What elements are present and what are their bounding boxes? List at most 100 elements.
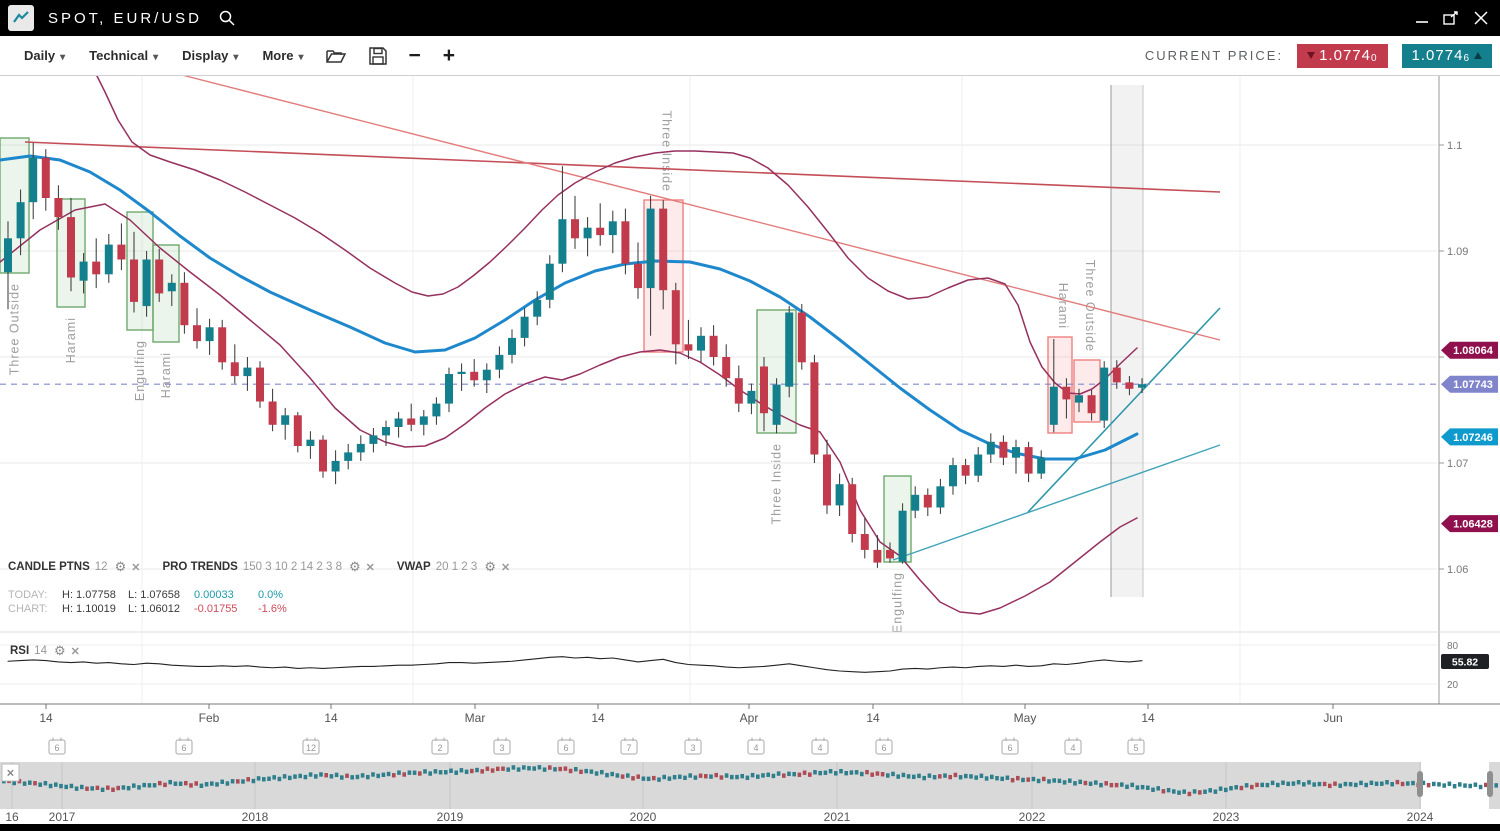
candle-body: [697, 336, 705, 351]
candle-body: [143, 260, 151, 307]
close-indicator-icon[interactable]: [366, 561, 375, 574]
navigator-bar: [1380, 782, 1384, 786]
candle-body: [407, 419, 415, 425]
indicator-legend: CANDLE PTNS 12 PRO TRENDS 150 3 10 2 14 …: [8, 559, 532, 575]
navigator-bar: [694, 775, 698, 779]
navigator-bar: [1286, 782, 1290, 786]
price-badge-label: 1.07743: [1453, 379, 1493, 391]
navigator-bar: [865, 770, 869, 774]
navigator-bar: [1125, 785, 1129, 789]
navigator-close-icon: ✕: [6, 769, 14, 780]
navigator-bar: [324, 773, 328, 777]
year-label: 2021: [824, 810, 851, 824]
navigator-bar: [1151, 788, 1155, 792]
navigator-bar: [267, 777, 271, 781]
navigator-bar: [1021, 778, 1025, 782]
navigator-bar: [1052, 778, 1056, 782]
minimize-button[interactable]: [1415, 11, 1429, 25]
pattern-label: Harami: [159, 352, 173, 398]
gear-icon[interactable]: [484, 559, 496, 575]
navigator-bar: [1437, 782, 1441, 786]
candle-body: [117, 245, 125, 260]
navigator-handle-left[interactable]: [1417, 771, 1423, 797]
search-icon[interactable]: [218, 9, 236, 27]
gear-icon[interactable]: [54, 643, 66, 659]
navigator-bar: [746, 776, 750, 780]
navigator-bar: [1078, 780, 1082, 784]
candle-body: [395, 419, 403, 428]
pattern-count: 12: [306, 743, 316, 753]
x-axis-label: Apr: [740, 711, 759, 725]
navigator-bar: [350, 775, 354, 779]
navigator-bar: [1297, 780, 1301, 784]
price-tick-label: 1.07: [1447, 458, 1468, 470]
candle-body: [281, 415, 289, 425]
zoom-out-button[interactable]: −: [409, 45, 421, 66]
navigator-bar: [116, 786, 120, 790]
navigator-bar: [714, 773, 718, 777]
navigator-bar: [148, 783, 152, 787]
candle-body: [596, 228, 604, 235]
navigator-bar: [928, 773, 932, 777]
candle-body: [458, 372, 466, 374]
candle-body: [722, 357, 730, 378]
menu-more[interactable]: More: [262, 48, 303, 63]
candle-body: [206, 327, 214, 341]
gear-icon[interactable]: [349, 559, 361, 575]
navigator-handle-right[interactable]: [1487, 771, 1493, 797]
navigator-bar: [1089, 782, 1093, 786]
pattern-label: Engulfing: [891, 572, 905, 633]
navigator-bar: [1063, 780, 1067, 784]
gear-icon[interactable]: [115, 559, 127, 575]
menu-technical[interactable]: Technical: [89, 48, 158, 63]
year-label: 2019: [437, 810, 464, 824]
navigator-bar: [1084, 781, 1088, 785]
menu-display[interactable]: Display: [182, 48, 238, 63]
popout-button[interactable]: [1443, 11, 1460, 26]
navigator-bar: [668, 776, 672, 780]
navigator-bar: [1250, 785, 1254, 789]
navigator-bar: [1156, 786, 1160, 790]
candles: [4, 143, 1146, 568]
navigator-bar: [132, 783, 136, 787]
pattern-count-row: 661223673446645: [49, 738, 1144, 755]
candle-body: [533, 300, 541, 317]
x-axis-label: Jun: [1323, 711, 1342, 725]
navigator-bar: [631, 776, 635, 780]
candle-body: [1075, 395, 1083, 402]
navigator-bar: [584, 769, 588, 773]
navigator-background: [0, 762, 1500, 809]
navigator-bar: [1292, 781, 1296, 785]
navigator-bar: [870, 772, 874, 776]
navigator-bar: [106, 785, 110, 789]
navigator-bar: [1281, 781, 1285, 785]
candle-body: [810, 362, 818, 454]
close-indicator-icon[interactable]: [501, 561, 510, 574]
close-indicator-icon[interactable]: [131, 561, 140, 574]
navigator-bar: [1136, 785, 1140, 789]
close-indicator-icon[interactable]: [71, 645, 80, 658]
rsi-line: [8, 657, 1142, 673]
navigator-bar: [309, 772, 313, 776]
candle-body: [180, 283, 188, 325]
menu-daily[interactable]: Daily: [24, 48, 65, 63]
navigator-bar: [1193, 789, 1197, 793]
candle-body: [508, 338, 516, 355]
navigator-bar: [600, 770, 604, 774]
navigator-bar: [1234, 785, 1238, 789]
ask-price-badge: 1.07746: [1402, 44, 1492, 68]
candle-body: [168, 283, 176, 292]
navigator-bar: [397, 770, 401, 774]
save-icon[interactable]: [369, 47, 387, 65]
navigator-bar: [647, 777, 651, 781]
navigator-bar: [522, 765, 526, 769]
zoom-in-button[interactable]: +: [443, 45, 455, 66]
navigator-bar: [501, 767, 505, 771]
navigator-bar: [657, 777, 661, 781]
close-button[interactable]: [1474, 11, 1488, 25]
navigator-bar: [699, 774, 703, 778]
navigator-bar: [943, 773, 947, 777]
open-folder-icon[interactable]: [326, 47, 347, 64]
navigator-bar: [272, 775, 276, 779]
navigator-bar: [408, 770, 412, 774]
